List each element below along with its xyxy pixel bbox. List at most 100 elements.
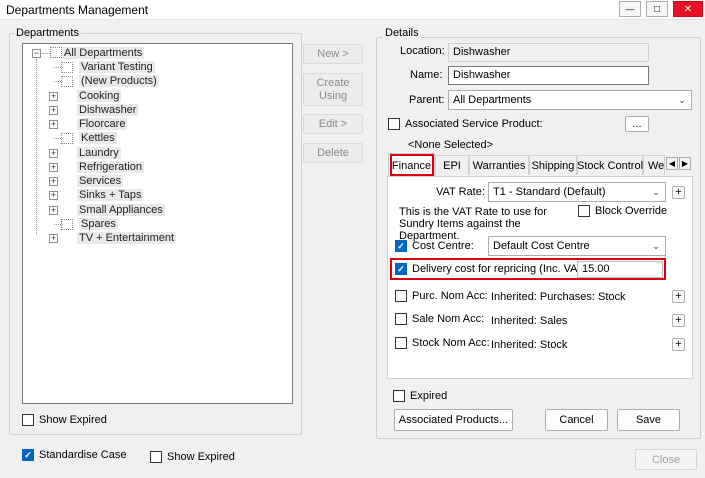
add-vat-rate-button[interactable]: +	[672, 186, 685, 199]
save-button[interactable]: Save	[617, 409, 680, 431]
expand-icon[interactable]: +	[49, 148, 58, 158]
expand-icon[interactable]: +	[49, 120, 58, 129]
minimize-button[interactable]: —	[619, 1, 641, 17]
expand-icon[interactable]: +	[49, 105, 58, 115]
cost-centre-value: Default Cost Centre	[493, 240, 590, 252]
tree-item[interactable]: Refrigeration	[77, 160, 144, 175]
close-window-button[interactable]: ✕	[673, 1, 703, 17]
folder-icon	[50, 47, 62, 58]
tab-scroll-left-icon[interactable]: ◀	[666, 157, 678, 170]
block-override-label: Block Override	[595, 205, 668, 217]
tree-item[interactable]: TV + Entertainment	[77, 232, 177, 246]
stock-nom-acc-checkbox[interactable]	[395, 337, 407, 349]
maximize-icon: □	[653, 3, 661, 15]
block-override-option[interactable]: Block Override	[578, 205, 667, 217]
edit-button[interactable]: Edit >	[303, 114, 363, 134]
assoc-service-browse-button[interactable]: ...	[625, 116, 649, 132]
delete-button[interactable]: Delete	[303, 143, 363, 163]
details-group-label: Details	[383, 27, 421, 39]
folder-icon	[61, 133, 73, 145]
tree-item[interactable]: Variant Testing	[79, 61, 155, 75]
expand-icon[interactable]: +	[49, 205, 58, 215]
expired-checkbox[interactable]	[393, 390, 405, 402]
stock-nom-acc-option[interactable]: Stock Nom Acc:	[395, 337, 490, 349]
expired-option[interactable]: Expired	[393, 390, 447, 402]
show-expired-tree-checkbox[interactable]	[22, 414, 34, 426]
parent-dropdown[interactable]: All Departments ⌄	[448, 90, 692, 110]
tree-item[interactable]: Spares	[79, 217, 118, 232]
expired-label: Expired	[410, 390, 448, 402]
tree-root-all-departments[interactable]: All Departments	[62, 47, 145, 61]
purc-nom-acc-label: Purc. Nom Acc:	[412, 290, 488, 302]
show-expired-tree-label: Show Expired	[39, 414, 107, 426]
show-expired-footer-label: Show Expired	[167, 451, 235, 463]
none-selected-text: <None Selected>	[408, 139, 494, 151]
delivery-cost-field[interactable]: 15.00	[577, 261, 663, 278]
name-field[interactable]: Dishwasher	[448, 66, 649, 85]
tree-item[interactable]: Floorcare	[77, 118, 128, 132]
cost-centre-checkbox[interactable]: ✓	[395, 240, 407, 252]
chevron-down-icon: ⌄	[678, 94, 686, 105]
standardise-case-option[interactable]: ✓ Standardise Case	[22, 449, 126, 461]
assoc-service-checkbox[interactable]	[388, 118, 400, 130]
assoc-service-option[interactable]: Associated Service Product:	[388, 118, 543, 130]
parent-label: Parent:	[409, 94, 445, 106]
sale-nom-acc-value: Inherited: Sales	[491, 315, 568, 327]
maximize-button[interactable]: □	[646, 1, 668, 17]
tab-epi[interactable]: EPI	[435, 155, 469, 175]
tree-item[interactable]: (New Products)	[79, 75, 159, 89]
location-label: Location:	[400, 45, 445, 57]
finance-tab-highlight	[390, 154, 434, 176]
close-icon: ✕	[683, 3, 693, 15]
tab-shipping[interactable]: Shipping	[529, 155, 577, 175]
departments-tree[interactable]: − All Departments Variant Testing (New Pr…	[22, 43, 293, 404]
show-expired-footer-option[interactable]: Show Expired	[150, 451, 235, 463]
departments-group-label: Departments	[14, 27, 81, 39]
delivery-cost-checkbox[interactable]: ✓	[395, 263, 407, 275]
sale-nom-acc-checkbox[interactable]	[395, 313, 407, 325]
collapse-icon[interactable]: −	[32, 49, 41, 58]
sale-nom-acc-label: Sale Nom Acc:	[412, 313, 485, 325]
new-button[interactable]: New >	[303, 44, 363, 64]
location-field: Dishwasher	[448, 43, 649, 62]
expand-icon[interactable]: +	[49, 234, 58, 243]
tree-item[interactable]: Laundry	[77, 146, 121, 161]
cost-centre-option[interactable]: ✓ Cost Centre:	[395, 240, 474, 252]
vat-rate-label: VAT Rate:	[436, 186, 485, 198]
tab-scroll-right-icon[interactable]: ▶	[679, 157, 691, 170]
expand-icon[interactable]: +	[49, 162, 58, 172]
create-using-button[interactable]: Create Using	[303, 73, 363, 106]
expand-icon[interactable]: +	[49, 191, 58, 201]
block-override-checkbox[interactable]	[578, 205, 590, 217]
expand-icon[interactable]: +	[49, 91, 58, 101]
tab-stock-control[interactable]: Stock Control	[577, 155, 643, 175]
tab-we[interactable]: We	[643, 155, 665, 175]
add-sale-nom-acc-button[interactable]: +	[672, 314, 685, 327]
minimize-icon: —	[625, 4, 635, 14]
associated-products-button[interactable]: Associated Products...	[394, 409, 513, 431]
tree-item[interactable]: Kettles	[79, 132, 117, 146]
sale-nom-acc-option[interactable]: Sale Nom Acc:	[395, 313, 484, 325]
tree-item[interactable]: Cooking	[77, 89, 122, 104]
show-expired-footer-checkbox[interactable]	[150, 451, 162, 463]
purc-nom-acc-checkbox[interactable]	[395, 290, 407, 302]
delivery-cost-label: Delivery cost for repricing (Inc. VAT):	[412, 263, 591, 275]
show-expired-tree-option[interactable]: Show Expired	[22, 414, 107, 426]
folder-icon	[61, 76, 73, 88]
tab-warranties[interactable]: Warranties	[469, 155, 529, 175]
purc-nom-acc-value: Inherited: Purchases: Stock	[491, 291, 626, 303]
tree-item[interactable]: Sinks + Taps	[77, 189, 144, 203]
standardise-case-checkbox[interactable]: ✓	[22, 449, 34, 461]
vat-rate-dropdown[interactable]: T1 - Standard (Default) ⌄	[488, 182, 666, 202]
add-purc-nom-acc-button[interactable]: +	[672, 290, 685, 303]
purc-nom-acc-option[interactable]: Purc. Nom Acc:	[395, 290, 488, 302]
tree-item[interactable]: Dishwasher	[77, 103, 139, 118]
cancel-button[interactable]: Cancel	[545, 409, 608, 431]
tree-item[interactable]: Small Appliances	[77, 203, 165, 218]
delivery-cost-option[interactable]: ✓ Delivery cost for repricing (Inc. VAT)…	[395, 263, 590, 275]
expand-icon[interactable]: +	[49, 177, 58, 186]
tree-item[interactable]: Services	[77, 175, 124, 189]
cost-centre-dropdown[interactable]: Default Cost Centre ⌄	[488, 236, 666, 256]
add-stock-nom-acc-button[interactable]: +	[672, 338, 685, 351]
close-button[interactable]: Close	[635, 449, 697, 470]
